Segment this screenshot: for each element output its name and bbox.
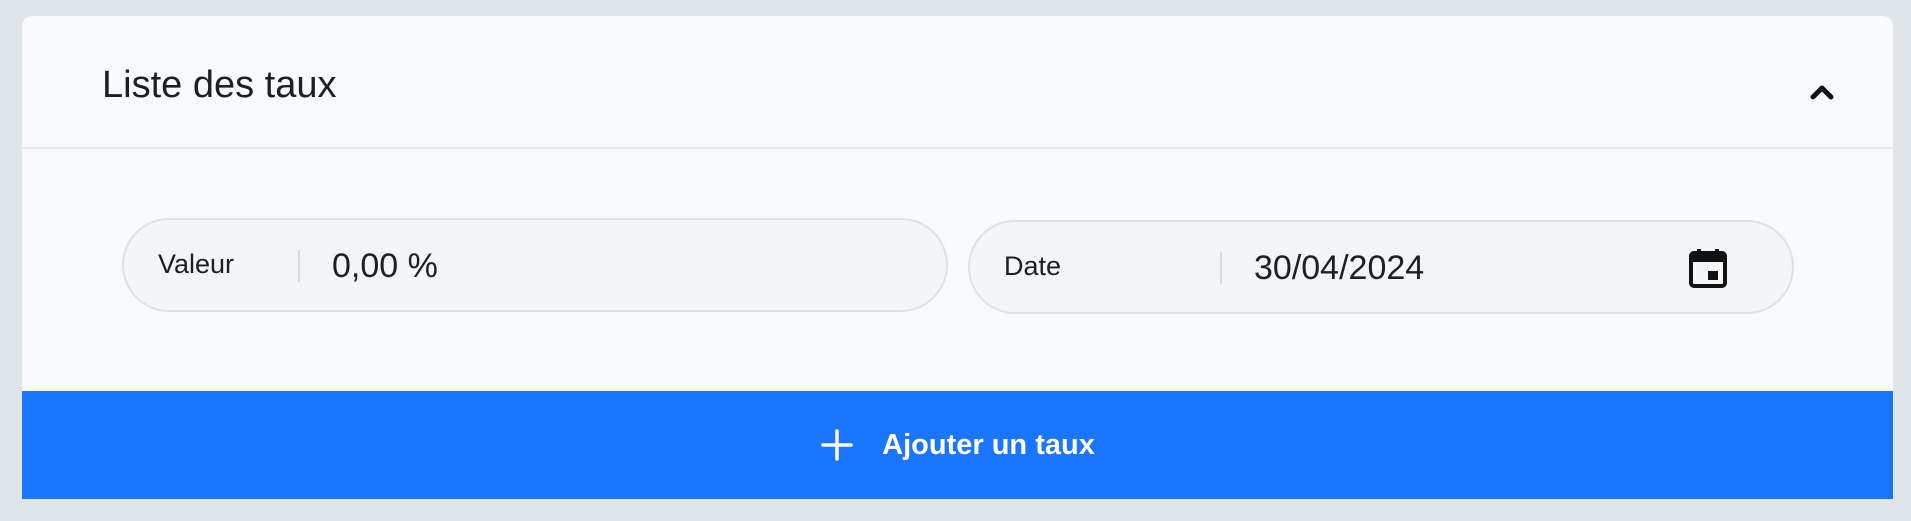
calendar-icon — [1689, 249, 1727, 288]
chevron-up-icon — [1810, 85, 1834, 100]
plus-icon — [820, 428, 854, 462]
collapse-toggle-button[interactable] — [1802, 72, 1842, 112]
date-field[interactable]: Date 30/04/2024 — [968, 220, 1794, 314]
add-rate-label: Ajouter un taux — [882, 428, 1095, 461]
field-divider — [1220, 252, 1222, 284]
calendar-button[interactable] — [1686, 246, 1730, 290]
valeur-label: Valeur — [158, 249, 235, 279]
add-rate-button[interactable]: Ajouter un taux — [22, 391, 1893, 499]
valeur-field[interactable]: Valeur 0,00 % — [122, 218, 948, 312]
card-header[interactable]: Liste des taux — [22, 16, 1893, 149]
field-divider — [298, 250, 300, 282]
date-input[interactable]: 30/04/2024 — [1254, 251, 1424, 285]
valeur-input[interactable]: 0,00 % — [332, 249, 438, 283]
rates-card: Liste des taux Valeur 0,00 % Date 30/04/… — [22, 16, 1893, 499]
date-label: Date — [1004, 251, 1062, 281]
card-title: Liste des taux — [102, 64, 337, 106]
